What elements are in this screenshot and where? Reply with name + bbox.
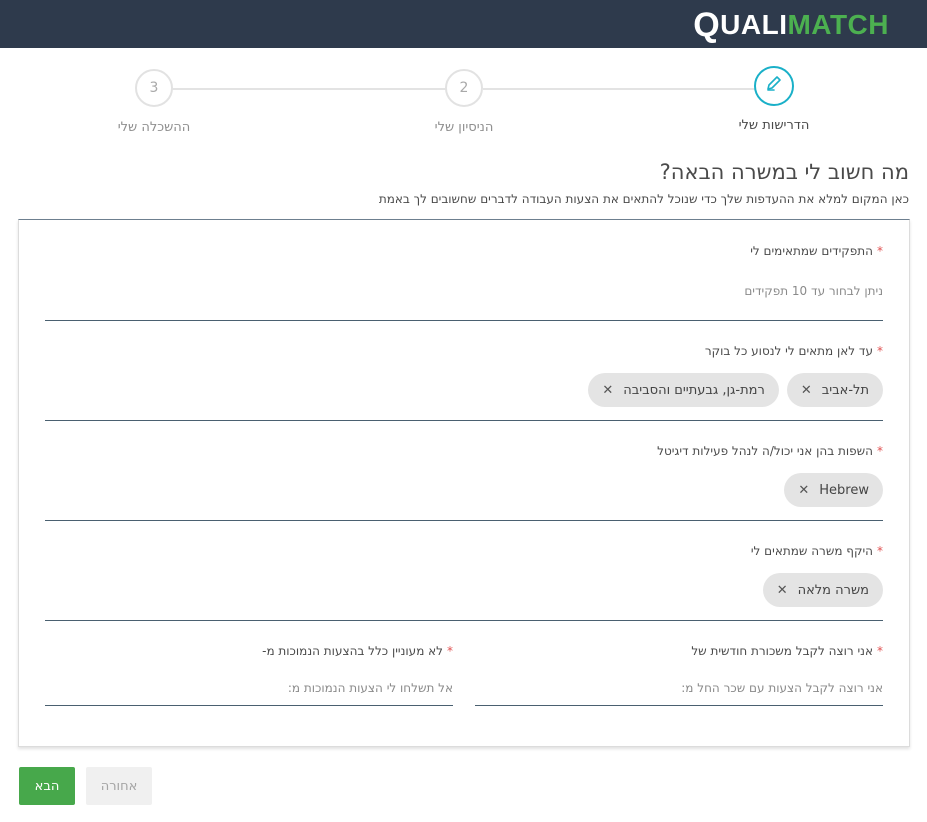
step-education[interactable]: 3 ההשכלה שלי — [84, 66, 224, 135]
remove-chip-icon[interactable]: ✕ — [798, 483, 809, 498]
logo-match: MATCH — [787, 9, 889, 40]
page-title: מה חשוב לי במשרה הבאה? — [659, 160, 909, 184]
step-label: הדרישות שלי — [738, 118, 810, 133]
chip-label: תל-אביב — [821, 382, 869, 398]
minimum-offer-input[interactable]: אל תשלחו לי הצעות הנמוכות מ: — [288, 681, 453, 695]
remove-chip-icon[interactable]: ✕ — [801, 383, 812, 398]
logo-q: Q — [693, 5, 721, 44]
logo-quali: UALI — [720, 9, 788, 40]
job-scope-chips: משרה מלאה ✕ — [762, 573, 883, 607]
preferences-form-card: *התפקידים שמתאימים לי ניתן לבחור עד 10 ת… — [18, 219, 910, 747]
chip-ramat-gan[interactable]: רמת-גן, גבעתיים והסביבה ✕ — [588, 373, 779, 407]
step-circle — [754, 66, 794, 106]
languages-field[interactable]: *השפות בהן אני יכול/ה לנהל פעילות דיגיטל… — [45, 420, 883, 521]
pencil-icon — [765, 75, 783, 97]
chip-label: משרה מלאה — [797, 582, 869, 598]
step-experience[interactable]: 2 הניסיון שלי — [394, 66, 534, 135]
roles-input[interactable]: ניתן לבחור עד 10 תפקידים — [744, 284, 883, 298]
top-bar: Q UALI MATCH — [0, 0, 927, 48]
commute-field[interactable]: *עד לאן מתאים לי לנסוע כל בוקר תל-אביב ✕… — [45, 320, 883, 421]
step-circle: 3 — [135, 69, 173, 107]
step-circle: 2 — [445, 69, 483, 107]
roles-field[interactable]: *התפקידים שמתאימים לי ניתן לבחור עד 10 ת… — [45, 220, 883, 321]
job-scope-label: *היקף משרה שמתאים לי — [750, 544, 883, 558]
minimum-offer-field[interactable]: *לא מעוניין כלל בהצעות הנמוכות מ- אל תשל… — [45, 620, 453, 706]
commute-label: *עד לאן מתאים לי לנסוע כל בוקר — [704, 344, 883, 358]
roles-label: *התפקידים שמתאימים לי — [750, 244, 883, 258]
step-requirements[interactable]: הדרישות שלי — [704, 66, 844, 133]
job-scope-field[interactable]: *היקף משרה שמתאים לי משרה מלאה ✕ — [45, 520, 883, 621]
progress-stepper: הדרישות שלי 2 הניסיון שלי 3 ההשכלה שלי — [0, 66, 927, 146]
minimum-offer-label: *לא מעוניין כלל בהצעות הנמוכות מ- — [262, 644, 453, 658]
languages-chips: Hebrew ✕ — [784, 473, 883, 507]
next-button[interactable]: הבא — [19, 767, 75, 805]
remove-chip-icon[interactable]: ✕ — [777, 583, 788, 598]
step-label: ההשכלה שלי — [117, 120, 191, 135]
back-button[interactable]: אחורה — [86, 767, 152, 805]
qualimatch-logo[interactable]: Q UALI MATCH — [693, 5, 889, 44]
salary-input[interactable]: אני רוצה לקבל הצעות עם שכר החל מ: — [681, 681, 883, 695]
chip-hebrew[interactable]: Hebrew ✕ — [784, 473, 883, 507]
page-subtitle: כאן המקום למלא את ההעדפות שלך כדי שנוכל … — [378, 192, 909, 206]
chip-label: רמת-גן, גבעתיים והסביבה — [623, 382, 765, 398]
languages-label: *השפות בהן אני יכול/ה לנהל פעילות דיגיטל — [657, 444, 883, 458]
step-label: הניסיון שלי — [434, 120, 494, 135]
commute-chips: תל-אביב ✕ רמת-גן, גבעתיים והסביבה ✕ — [588, 373, 883, 407]
chip-full-time[interactable]: משרה מלאה ✕ — [762, 573, 883, 607]
remove-chip-icon[interactable]: ✕ — [602, 383, 613, 398]
chip-label: Hebrew — [819, 482, 869, 498]
salary-label: *אני רוצה לקבל משכורת חודשית של — [691, 644, 883, 658]
salary-field[interactable]: *אני רוצה לקבל משכורת חודשית של אני רוצה… — [475, 620, 883, 706]
chip-tel-aviv[interactable]: תל-אביב ✕ — [786, 373, 883, 407]
